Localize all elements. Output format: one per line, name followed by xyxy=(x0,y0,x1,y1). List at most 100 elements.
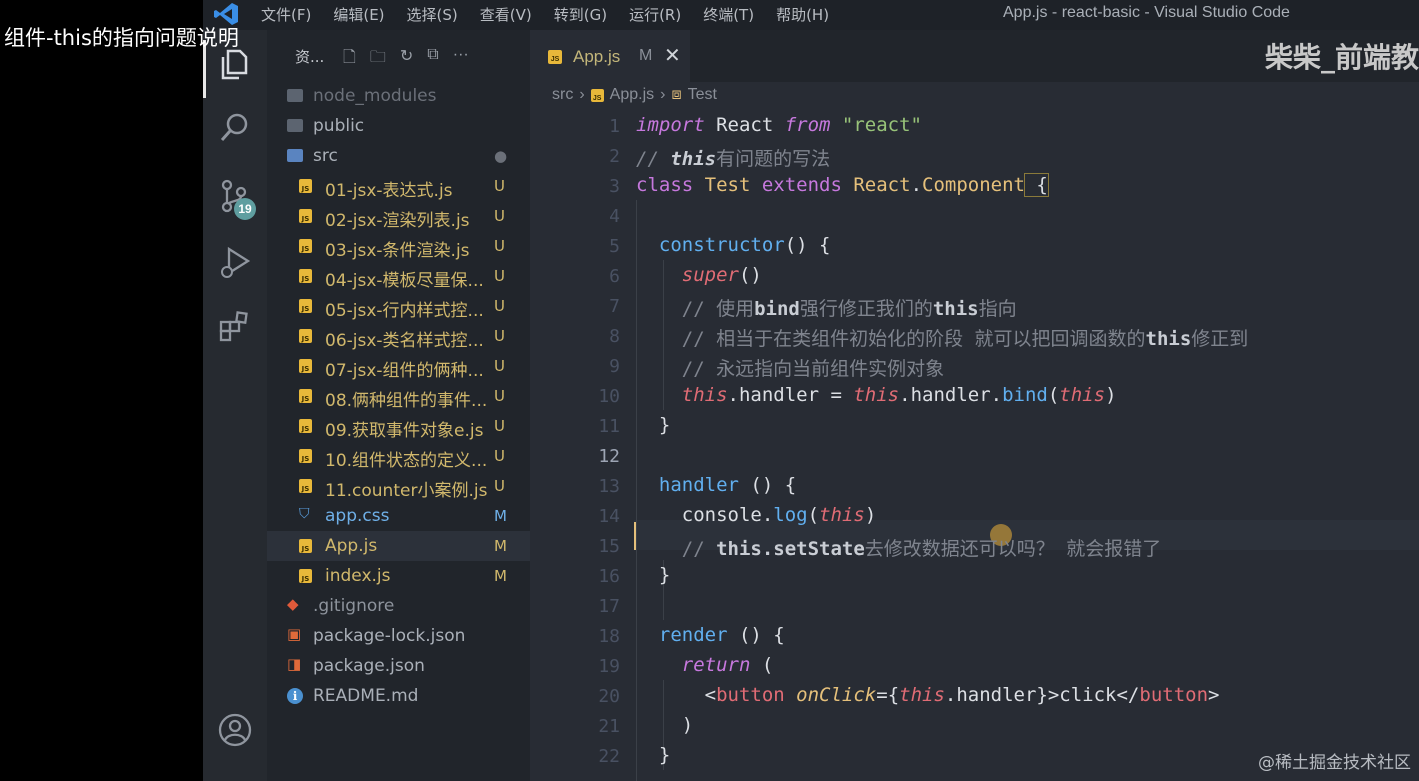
file-tree-item[interactable]: JS 04-jsx-模板尽量保... U xyxy=(267,261,530,291)
menu-help[interactable]: 帮助(H) xyxy=(776,4,829,25)
tab-modified-indicator: M xyxy=(639,47,653,64)
code-token: from xyxy=(784,114,831,136)
code-token: Test xyxy=(693,174,762,196)
file-tree-item[interactable]: node_modules xyxy=(267,81,530,111)
code-token: this xyxy=(1059,384,1106,406)
line-number: 6 xyxy=(609,266,620,287)
code-token: ( xyxy=(807,504,820,526)
js-file-icon: JS xyxy=(299,389,312,403)
file-tree-item[interactable]: JS 10.组件状态的定义... U xyxy=(267,441,530,471)
git-icon: ◆ xyxy=(287,595,299,613)
breadcrumb-src[interactable]: src xyxy=(552,86,573,104)
breadcrumb: src › JS App.js › ⧈ Test xyxy=(552,86,717,104)
js-file-icon: JS xyxy=(299,359,312,373)
file-tree-item[interactable]: src ● xyxy=(267,141,530,171)
file-tree-item[interactable]: ⛉ app.css M xyxy=(267,501,530,531)
folder-icon xyxy=(287,89,303,102)
file-tree-item[interactable]: ◆ .gitignore xyxy=(267,591,530,621)
git-status-indicator: M xyxy=(494,567,507,585)
code-token: ) xyxy=(636,714,694,736)
chevron-right-icon: › xyxy=(660,86,666,103)
code-token: this xyxy=(853,384,900,406)
file-tree-item[interactable]: public xyxy=(267,111,530,141)
scm-changes-badge: 19 xyxy=(234,198,256,220)
code-token: button xyxy=(716,684,785,706)
file-tree-item[interactable]: JS 08.俩种组件的事件... U xyxy=(267,381,530,411)
file-tree-item[interactable]: JS index.js M xyxy=(267,561,530,591)
file-name: 02-jsx-渲染列表.js xyxy=(325,211,470,231)
git-status-indicator: U xyxy=(494,357,505,375)
explorer-sidebar: 资... 🗋 🗀 ↻ ⧉ ··· node_modules public src ● J… xyxy=(267,30,530,781)
code-token: < xyxy=(636,684,717,706)
line-number: 13 xyxy=(598,476,620,497)
file-tree-item[interactable]: ℹ README.md xyxy=(267,681,530,711)
tab-app-js[interactable]: JS App.js M ✕ xyxy=(530,30,690,82)
code-line-5: constructor() { xyxy=(636,234,831,256)
code-token: } xyxy=(636,744,671,766)
run-debug-icon[interactable] xyxy=(217,244,253,280)
code-token: // xyxy=(636,538,717,560)
file-tree-item[interactable]: JS 06-jsx-类名样式控... U xyxy=(267,321,530,351)
refresh-icon[interactable]: ↻ xyxy=(400,46,413,73)
code-token: super xyxy=(636,264,739,286)
breadcrumb-file[interactable]: App.js xyxy=(610,86,654,104)
menu-terminal[interactable]: 终端(T) xyxy=(703,4,754,25)
code-token: this xyxy=(899,684,945,706)
code-token: log xyxy=(773,504,808,526)
file-tree-item[interactable]: JS 03-jsx-条件渲染.js U xyxy=(267,231,530,261)
code-token: } xyxy=(636,564,671,586)
breadcrumb-symbol[interactable]: Test xyxy=(688,86,717,104)
code-token: ) xyxy=(1105,384,1117,406)
menu-file[interactable]: 文件(F) xyxy=(261,4,311,25)
code-token: .handler}>click</ xyxy=(944,684,1140,706)
code-token: // 相当于在类组件初始化的阶段 就可以把回调函数的 xyxy=(636,328,1146,350)
file-tree-item[interactable]: JS App.js M xyxy=(267,531,530,561)
window-title: App.js - react-basic - Visual Studio Cod… xyxy=(1003,4,1290,21)
git-status-indicator: U xyxy=(494,267,505,285)
explorer-toolbar: 🗋 🗀 ↻ ⧉ ··· xyxy=(343,46,469,73)
file-tree-item[interactable]: JS 02-jsx-渲染列表.js U xyxy=(267,201,530,231)
new-folder-icon[interactable]: 🗀 xyxy=(370,46,386,73)
file-tree-item[interactable]: JS 09.获取事件对象e.js U xyxy=(267,411,530,441)
code-token: . xyxy=(910,174,923,196)
file-tree-item[interactable]: ▣ package-lock.json xyxy=(267,621,530,651)
tab-close-icon[interactable]: ✕ xyxy=(664,43,681,68)
code-token: this xyxy=(819,504,865,526)
file-name: 04-jsx-模板尽量保... xyxy=(325,271,484,291)
code-line-14: console.log(this) xyxy=(636,504,877,526)
line-number: 2 xyxy=(609,146,620,167)
js-file-icon: JS xyxy=(299,299,312,313)
collapse-all-icon[interactable]: ⧉ xyxy=(427,46,438,73)
menu-go[interactable]: 转到(G) xyxy=(554,4,607,25)
menu-view[interactable]: 查看(V) xyxy=(480,4,532,25)
menu-selection[interactable]: 选择(S) xyxy=(407,4,458,25)
file-tree-item[interactable]: JS 07-jsx-组件的俩种... U xyxy=(267,351,530,381)
file-tree-item[interactable]: ◨ package.json xyxy=(267,651,530,681)
editor-area: JS App.js M ✕ 柴柴_前端教 src › JS App.js › ⧈… xyxy=(530,30,1419,781)
account-icon[interactable] xyxy=(217,712,253,748)
code-token: React xyxy=(841,174,911,196)
menu-run[interactable]: 运行(R) xyxy=(629,4,681,25)
line-number: 11 xyxy=(598,416,620,437)
file-tree-item[interactable]: JS 05-jsx-行内样式控... U xyxy=(267,291,530,321)
code-line-10: this.handler = this.handler.bind(this) xyxy=(636,384,1117,406)
code-line-11: } xyxy=(636,414,670,436)
new-file-icon[interactable]: 🗋 xyxy=(343,46,356,73)
code-token: 去修改数据还可以吗？ 就会报错了 xyxy=(864,538,1162,560)
line-number: 17 xyxy=(598,596,620,617)
more-actions-icon[interactable]: ··· xyxy=(453,46,469,73)
line-number: 10 xyxy=(598,386,620,407)
js-file-icon: JS xyxy=(299,479,312,493)
file-tree-item[interactable]: JS 11.counter小案例.js U xyxy=(267,471,530,501)
js-file-icon: JS xyxy=(299,419,312,433)
code-token: // 永远指向当前组件实例对象 xyxy=(636,358,945,380)
file-tree-item[interactable]: JS 01-jsx-表达式.js U xyxy=(267,171,530,201)
code-token: .handler. xyxy=(899,384,1003,406)
code-line-9: // 永远指向当前组件实例对象 xyxy=(636,354,944,381)
js-file-icon: JS xyxy=(590,88,604,102)
extensions-icon[interactable] xyxy=(217,310,253,346)
search-icon[interactable] xyxy=(217,110,253,146)
menu-edit[interactable]: 编辑(E) xyxy=(333,4,384,25)
file-name: app.css xyxy=(325,506,390,526)
